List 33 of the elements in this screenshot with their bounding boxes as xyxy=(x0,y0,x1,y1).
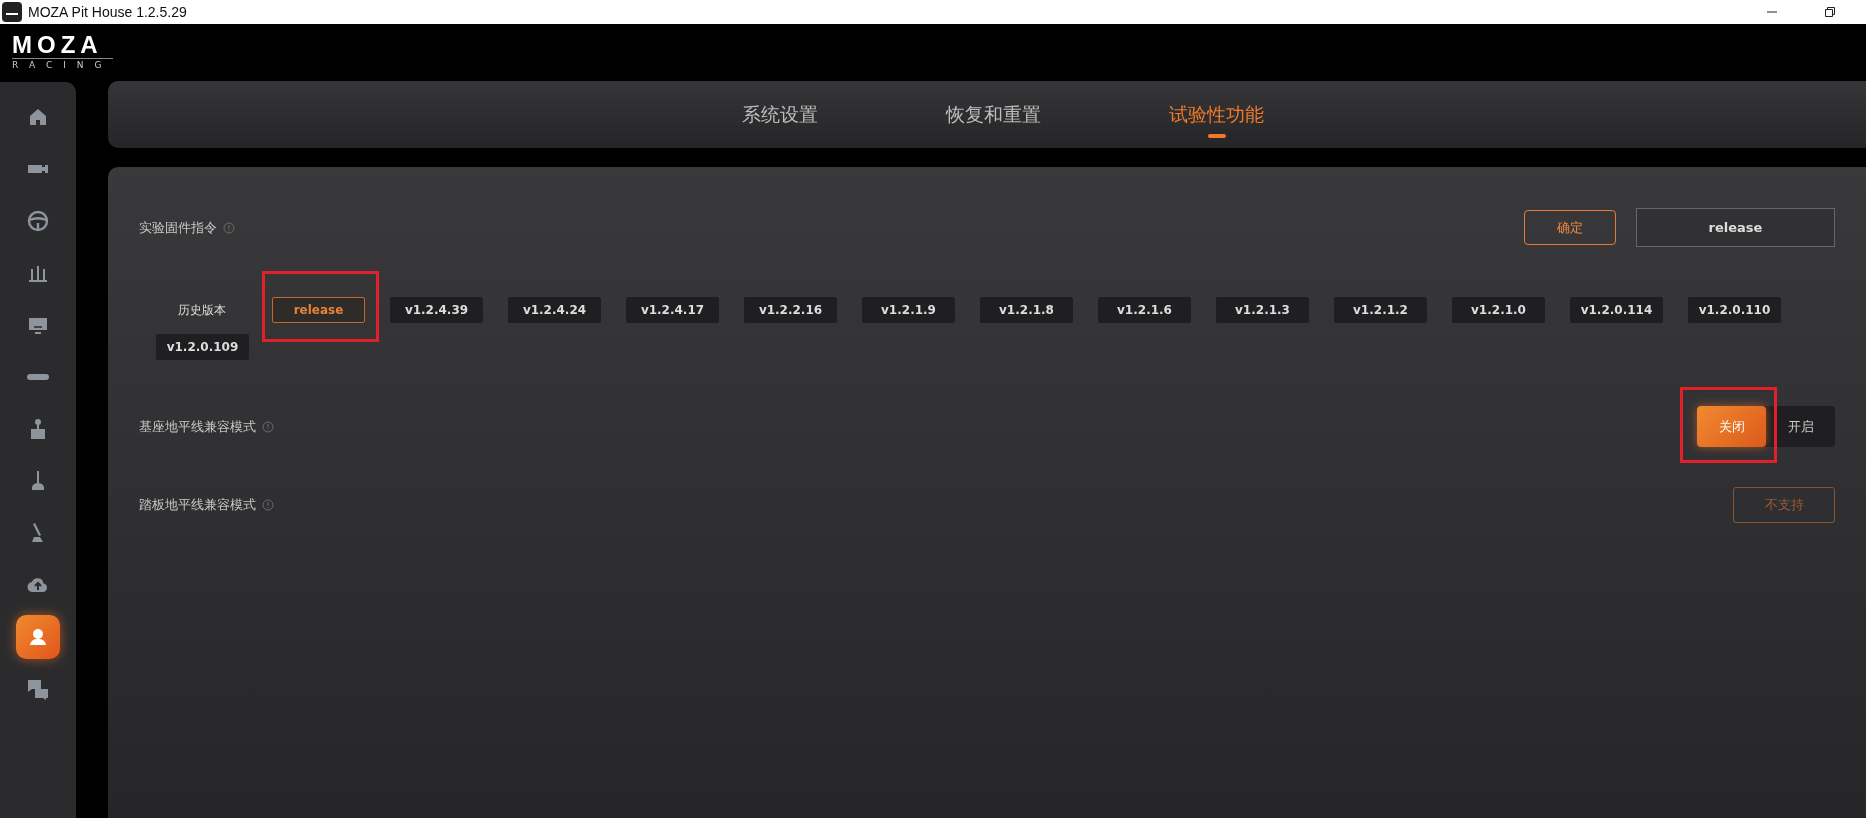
version-chip[interactable]: v1.2.1.2 xyxy=(1334,297,1427,323)
tab-indicator xyxy=(1207,133,1226,138)
version-chip[interactable]: v1.2.4.39 xyxy=(390,297,483,323)
chat-bubbles-icon xyxy=(26,677,50,701)
version-chip[interactable]: v1.2.0.114 xyxy=(1570,297,1663,323)
command-field[interactable]: release xyxy=(1636,208,1835,247)
version-chip[interactable]: v1.2.1.9 xyxy=(862,297,955,323)
history-label: 历史版本 xyxy=(176,301,227,319)
setting-label: 基座地平线兼容模式 xyxy=(139,417,256,436)
tab[interactable]: 试验性功能 xyxy=(1169,101,1264,128)
version-chip[interactable]: v1.2.1.0 xyxy=(1452,297,1545,323)
setting-label: 踏板地平线兼容模式 xyxy=(139,496,256,514)
steering-wheel-icon xyxy=(26,209,50,233)
version-chip[interactable]: v1.2.0.110 xyxy=(1688,297,1781,323)
tab[interactable]: 系统设置 xyxy=(742,101,818,128)
logo-wordmark: MOZA xyxy=(12,32,113,59)
version-chip[interactable]: v1.2.1.8 xyxy=(980,297,1073,323)
version-chip[interactable]: v1.2.4.17 xyxy=(626,297,719,323)
tab[interactable]: 恢复和重置 xyxy=(946,101,1041,128)
logo-subtitle: RACING xyxy=(12,60,113,70)
toggle-option[interactable]: 开启 xyxy=(1766,406,1835,447)
version-chip[interactable]: release xyxy=(272,297,365,323)
setting-label: 实验固件指令 xyxy=(139,218,217,237)
version-chip[interactable]: v1.2.1.6 xyxy=(1098,297,1191,323)
window-title: MOZA Pit House 1.2.5.29 xyxy=(28,4,187,20)
version-chip[interactable]: v1.2.1.3 xyxy=(1216,297,1309,323)
restore-icon[interactable] xyxy=(1824,6,1836,18)
version-chip[interactable]: v1.2.2.16 xyxy=(744,297,837,323)
confirm-button[interactable]: 确定 xyxy=(1524,210,1616,245)
version-chip[interactable]: v1.2.0.109 xyxy=(156,334,249,360)
hub-bar-icon xyxy=(26,374,50,380)
sidebar-item[interactable] xyxy=(16,615,60,659)
version-chip[interactable]: v1.2.4.24 xyxy=(508,297,601,323)
